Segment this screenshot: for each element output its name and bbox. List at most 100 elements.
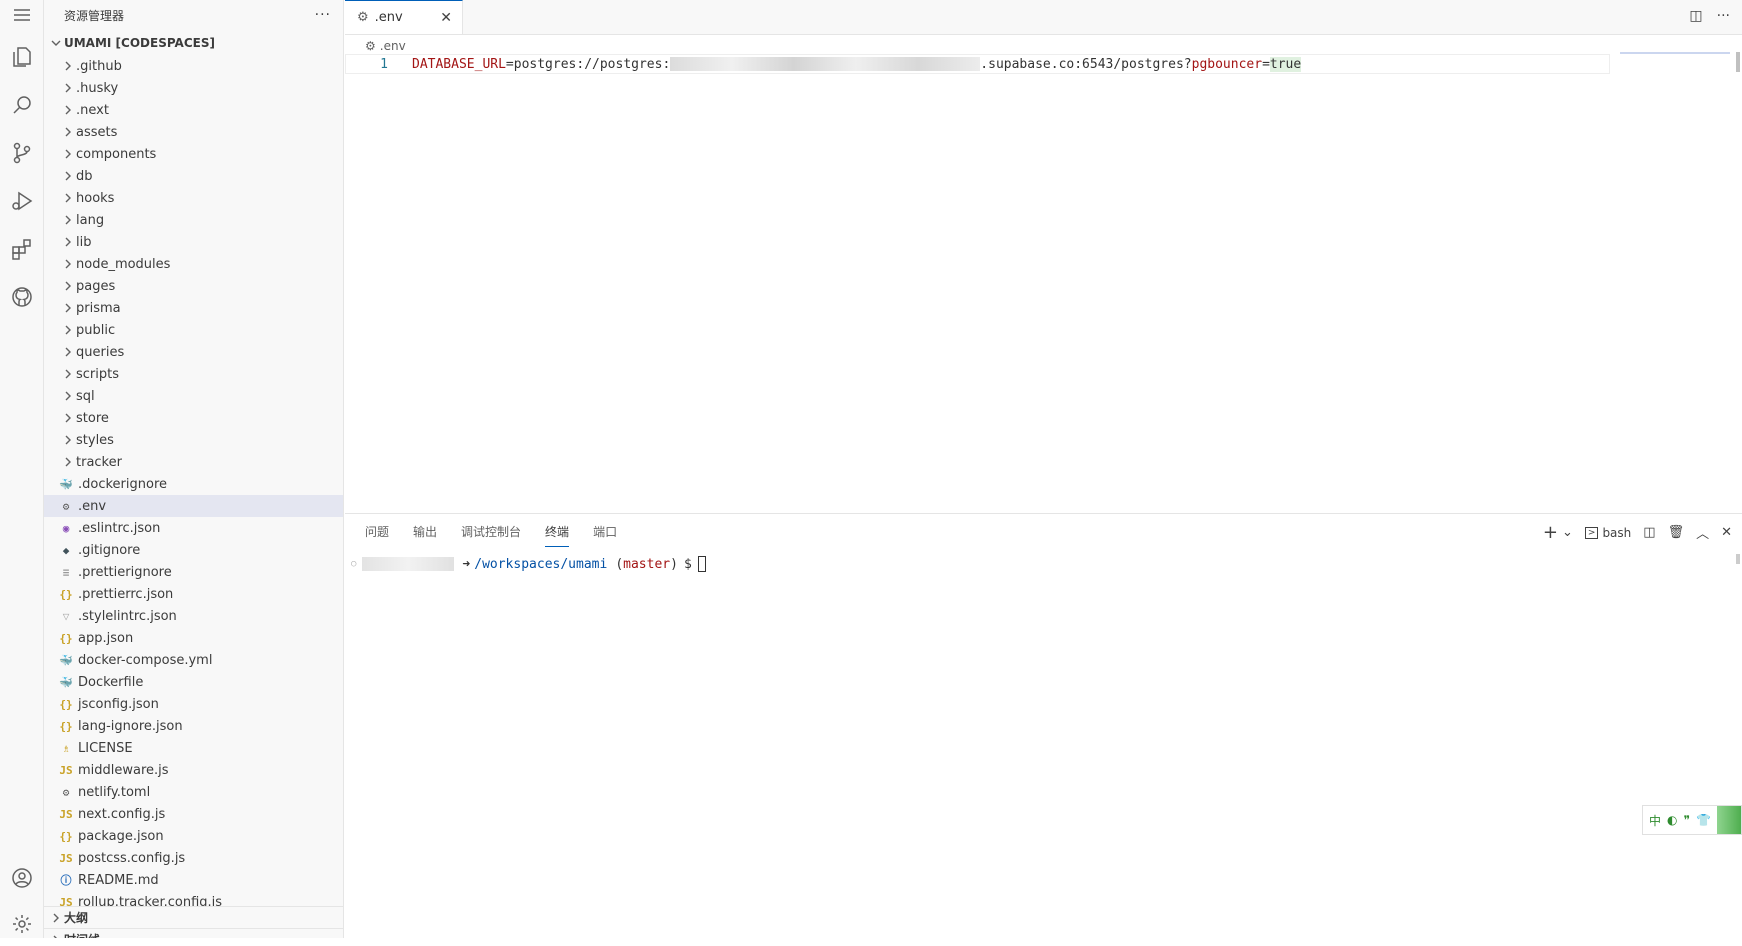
folder-item[interactable]: lib — [44, 231, 343, 253]
file-item[interactable]: ⚙ .env — [44, 495, 343, 517]
folder-item[interactable]: node_modules — [44, 253, 343, 275]
menu-icon[interactable] — [0, 0, 44, 30]
chevron-right-icon — [60, 454, 76, 470]
account-icon[interactable] — [0, 856, 44, 900]
folder-item[interactable]: db — [44, 165, 343, 187]
file-item[interactable]: {} jsconfig.json — [44, 693, 343, 715]
editor-actions: ◫ ··· — [1689, 8, 1730, 24]
folder-item[interactable]: .next — [44, 99, 343, 121]
folder-item[interactable]: tracker — [44, 451, 343, 473]
file-item[interactable]: JS middleware.js — [44, 759, 343, 781]
folder-item[interactable]: sql — [44, 385, 343, 407]
info-icon: ⓘ — [60, 874, 72, 887]
folder-item[interactable]: components — [44, 143, 343, 165]
folder-item[interactable]: public — [44, 319, 343, 341]
terminal-shell[interactable]: > bash — [1584, 526, 1631, 540]
code-line[interactable]: 1 DATABASE_URL = postgres://postgres: .s… — [345, 54, 1610, 74]
folder-item[interactable]: store — [44, 407, 343, 429]
folder-label: hooks — [76, 190, 115, 206]
close-panel-icon[interactable]: ✕ — [1721, 525, 1732, 540]
folder-label: components — [76, 146, 157, 162]
folder-item[interactable]: queries — [44, 341, 343, 363]
tab-output[interactable]: 输出 — [413, 517, 437, 546]
file-label: LICENSE — [78, 740, 133, 756]
skin-icon[interactable]: 👕 — [1696, 813, 1711, 827]
file-item[interactable]: ⚙ netlify.toml — [44, 781, 343, 803]
folder-item[interactable]: scripts — [44, 363, 343, 385]
folder-item[interactable]: .github — [44, 55, 343, 77]
file-item[interactable]: {} .prettierrc.json — [44, 583, 343, 605]
punct-icon[interactable]: ❞ — [1684, 813, 1690, 827]
file-item[interactable]: {} lang-ignore.json — [44, 715, 343, 737]
split-terminal-icon[interactable]: ◫ — [1643, 525, 1655, 540]
file-item[interactable]: ▽ .stylelintrc.json — [44, 605, 343, 627]
add-terminal-icon[interactable]: + — [1543, 522, 1558, 543]
terminal-prompt[interactable]: ○ ➜ /workspaces/umami ( master ) $ — [351, 556, 706, 572]
folder-item[interactable]: assets — [44, 121, 343, 143]
tab-env[interactable]: ⚙ .env ✕ — [345, 0, 463, 34]
docker-icon: 🐳 — [59, 675, 73, 689]
minimap[interactable] — [1620, 52, 1730, 54]
run-debug-icon[interactable] — [0, 179, 44, 223]
file-item[interactable]: JS next.config.js — [44, 803, 343, 825]
tab-terminal[interactable]: 终端 — [545, 517, 570, 547]
more-actions-icon[interactable]: ··· — [1717, 8, 1730, 24]
file-label: .dockerignore — [78, 476, 168, 492]
breadcrumb-file: .env — [379, 39, 406, 53]
split-editor-icon[interactable]: ◫ — [1689, 8, 1702, 24]
section-label: 大纲 — [64, 911, 89, 925]
tab-problems[interactable]: 问题 — [365, 517, 389, 546]
source-control-icon[interactable] — [0, 131, 44, 175]
file-item[interactable]: {} package.json — [44, 825, 343, 847]
file-item[interactable]: ≡ .prettierignore — [44, 561, 343, 583]
file-item[interactable]: JS postcss.config.js — [44, 847, 343, 869]
chevron-right-icon — [60, 102, 76, 118]
folder-item[interactable]: pages — [44, 275, 343, 297]
js-icon: JS — [59, 807, 73, 821]
terminal-scrollbar[interactable] — [1736, 554, 1740, 564]
file-label: .env — [78, 498, 107, 514]
editor-scrollbar[interactable] — [1736, 52, 1740, 72]
explorer-icon[interactable] — [0, 35, 44, 79]
ime-toolbar[interactable]: 中 ◐ ❞ 👕 — [1642, 805, 1742, 835]
chevron-right-icon — [60, 146, 76, 162]
file-item[interactable]: {} app.json — [44, 627, 343, 649]
search-icon[interactable] — [0, 83, 44, 127]
file-item[interactable]: ◆ .gitignore — [44, 539, 343, 561]
chevron-right-icon — [60, 256, 76, 272]
folder-item[interactable]: .husky — [44, 77, 343, 99]
folder-label: prisma — [76, 300, 121, 316]
extensions-icon[interactable] — [0, 227, 44, 271]
gear-icon: ⚙ — [62, 499, 70, 513]
settings-gear-icon[interactable] — [0, 902, 44, 946]
ime-bar — [1717, 806, 1741, 834]
folder-label: .husky — [76, 80, 119, 96]
maximize-panel-icon[interactable]: ︿ — [1696, 523, 1709, 542]
panel-actions: + ⌄ > bash ◫ 🗑 ︿ ✕ — [1543, 522, 1732, 543]
chevron-down-icon[interactable]: ⌄ — [1562, 525, 1573, 540]
file-item[interactable]: 🐳 docker-compose.yml — [44, 649, 343, 671]
project-root[interactable]: UMAMI [CODESPACES] — [44, 32, 343, 54]
folder-item[interactable]: hooks — [44, 187, 343, 209]
folder-item[interactable]: styles — [44, 429, 343, 451]
folder-item[interactable]: lang — [44, 209, 343, 231]
close-icon[interactable]: ✕ — [440, 10, 452, 26]
file-item[interactable]: 🐳 Dockerfile — [44, 671, 343, 693]
chevron-down-icon — [48, 35, 64, 51]
prompt-status-icon: ○ — [351, 559, 357, 569]
moon-icon[interactable]: ◐ — [1667, 813, 1677, 827]
tab-debug-console[interactable]: 调试控制台 — [461, 517, 521, 546]
github-icon[interactable] — [0, 275, 44, 319]
file-item[interactable]: ♗ LICENSE — [44, 737, 343, 759]
folder-item[interactable]: prisma — [44, 297, 343, 319]
file-item[interactable]: ◉ .eslintrc.json — [44, 517, 343, 539]
js-icon: JS — [59, 851, 73, 865]
ime-lang[interactable]: 中 — [1649, 812, 1661, 829]
section-0[interactable]: 大纲 — [44, 906, 343, 928]
more-actions-icon[interactable]: ··· — [315, 7, 331, 23]
tab-ports[interactable]: 端口 — [593, 517, 617, 546]
trash-icon[interactable]: 🗑 — [1668, 525, 1685, 540]
file-item[interactable]: ⓘ README.md — [44, 869, 343, 891]
file-item[interactable]: 🐳 .dockerignore — [44, 473, 343, 495]
section-1[interactable]: 时间线 — [44, 928, 343, 938]
